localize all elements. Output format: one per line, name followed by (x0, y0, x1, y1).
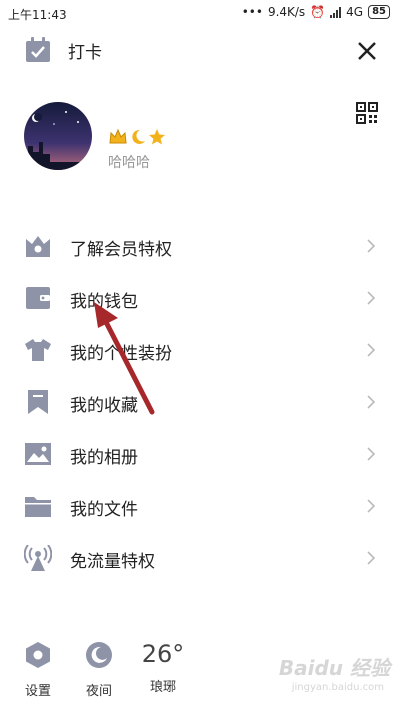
calendar-check-icon (26, 37, 50, 62)
qr-code-icon (356, 102, 378, 124)
bookmark-icon (28, 390, 48, 414)
night-label: 夜间 (85, 684, 112, 699)
chevron-right-icon (367, 343, 376, 357)
menu-label: 免流量特权 (70, 552, 155, 572)
menu-item-favorites[interactable]: 我的收藏 (0, 378, 400, 426)
photo-icon (25, 443, 51, 465)
avatar-image (24, 102, 92, 170)
night-moon-icon (86, 642, 112, 668)
avatar[interactable] (24, 102, 92, 170)
menu-label: 了解会员特权 (70, 240, 172, 260)
signal-tower-icon (24, 545, 52, 571)
close-button[interactable] (352, 36, 382, 66)
menu-item-theme[interactable]: 我的个性装扮 (0, 326, 400, 374)
signal-icon (330, 6, 342, 18)
weather-button[interactable]: 26° 琅琊 (138, 640, 188, 695)
menu-item-album[interactable]: 我的相册 (0, 430, 400, 478)
network-speed: 9.4K/s (267, 5, 306, 19)
checkin-label: 打卡 (68, 42, 102, 63)
battery-indicator: 85 (368, 5, 390, 19)
settings-button[interactable]: 设置 (16, 640, 60, 699)
network-type: 4G (346, 5, 364, 19)
status-indicators: ••• 9.4K/s ⏰ 4G 85 (242, 5, 390, 19)
folder-icon (25, 497, 51, 517)
username[interactable]: 哈哈哈 (108, 152, 150, 172)
close-icon (358, 42, 376, 60)
status-bar: 上午11:43 ••• 9.4K/s ⏰ 4G 85 (0, 0, 400, 28)
menu-label: 我的个性装扮 (70, 344, 172, 364)
chevron-right-icon (367, 395, 376, 409)
tshirt-icon (25, 339, 51, 361)
dots-icon: ••• (241, 5, 263, 19)
night-mode-button[interactable]: 夜间 (77, 640, 121, 699)
menu-item-vip[interactable]: 了解会员特权 (0, 222, 400, 270)
temperature: 26° (141, 640, 185, 668)
chevron-right-icon (367, 551, 376, 565)
moon-icon (132, 129, 145, 144)
star-icon (149, 129, 165, 145)
status-time: 上午11:43 (8, 8, 67, 22)
menu-item-wallet[interactable]: 我的钱包 (0, 274, 400, 322)
menu-item-free-data[interactable]: 免流量特权 (0, 534, 400, 582)
settings-hexagon-icon (26, 642, 50, 668)
watermark-logo: Baidu 经验 (278, 656, 390, 680)
city-label: 琅琊 (149, 680, 176, 695)
user-badges[interactable] (108, 128, 166, 146)
menu-item-files[interactable]: 我的文件 (0, 482, 400, 530)
alarm-icon: ⏰ (310, 5, 326, 19)
settings-label: 设置 (24, 684, 51, 699)
menu-label: 我的相册 (70, 448, 138, 468)
menu-label: 我的收藏 (70, 396, 138, 416)
chevron-right-icon (367, 499, 376, 513)
qr-code-button[interactable] (356, 102, 378, 124)
chevron-right-icon (367, 447, 376, 461)
menu-label: 我的钱包 (70, 292, 138, 312)
checkin-button[interactable]: 打卡 (24, 36, 102, 64)
menu-label: 我的文件 (70, 500, 138, 520)
vip-crown-icon (26, 236, 50, 257)
crown-icon (109, 128, 127, 144)
chevron-right-icon (367, 239, 376, 253)
watermark-url: jingyan.baidu.com (291, 682, 384, 693)
wallet-icon (26, 287, 50, 309)
chevron-right-icon (367, 291, 376, 305)
